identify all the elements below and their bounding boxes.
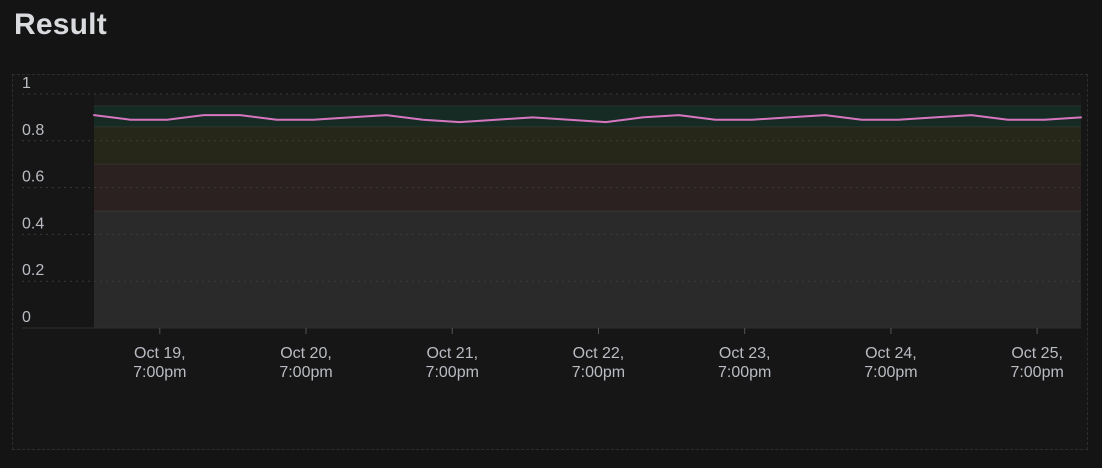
threshold-band-0 [94, 211, 1081, 328]
threshold-band-2 [94, 126, 1081, 165]
x-tick-label: Oct 25, 7:00pm [1010, 345, 1063, 381]
x-tick-label: Oct 22, 7:00pm [572, 345, 625, 381]
y-tick-label: 0.2 [22, 262, 44, 279]
threshold-band-4 [94, 94, 1081, 106]
threshold-bands [94, 94, 1081, 328]
line-chart: 0 0.2 0.4 0.6 0.8 1 Oct 19, 7:00pm Oct 20, 7:00p… [22, 75, 1082, 381]
x-tick-label: Oct 23, 7:00pm [718, 345, 771, 381]
x-tick-label: Oct 19, 7:00pm [133, 345, 186, 381]
y-tick-label: 0 [22, 309, 31, 326]
x-tick-label: Oct 20, 7:00pm [279, 345, 332, 381]
y-axis: 0 0.2 0.4 0.6 0.8 1 [22, 75, 44, 326]
y-tick-label: 0.6 [22, 169, 44, 186]
x-tick-label: Oct 21, 7:00pm [426, 345, 479, 381]
x-tick-label: Oct 24, 7:00pm [864, 345, 917, 381]
x-axis: Oct 19, 7:00pm Oct 20, 7:00pm Oct 21, 7:00pm O… [133, 328, 1064, 381]
y-tick-label: 1 [22, 75, 31, 92]
y-tick-label: 0.4 [22, 215, 44, 232]
y-tick-label: 0.8 [22, 122, 44, 139]
